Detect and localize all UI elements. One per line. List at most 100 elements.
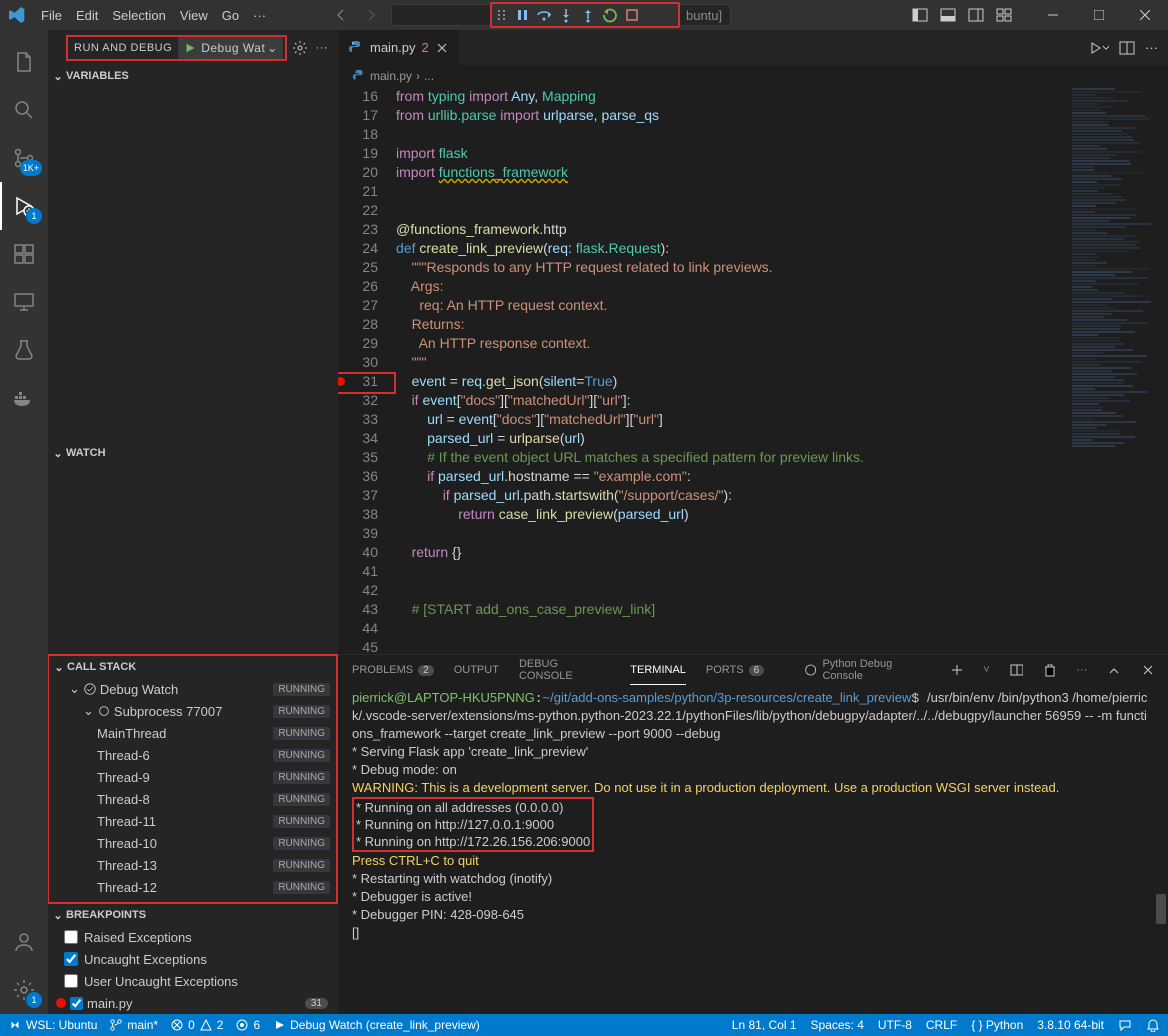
step-out-icon[interactable] — [580, 7, 596, 23]
callstack-session[interactable]: ⌄ Debug WatchRUNNING — [49, 678, 336, 700]
python-file-icon — [348, 40, 364, 56]
maximize-panel-icon[interactable] — [1107, 663, 1120, 677]
window-minimize[interactable] — [1030, 0, 1076, 30]
watch-section[interactable]: ⌄WATCH — [48, 442, 338, 464]
testing-icon[interactable] — [0, 326, 48, 374]
split-editor-icon[interactable] — [1119, 40, 1135, 56]
terminal-profile[interactable]: Python Debug Console — [804, 655, 930, 685]
minimap[interactable] — [1068, 87, 1168, 654]
tab-problems[interactable]: PROBLEMS2 — [352, 655, 434, 685]
docker-icon[interactable] — [0, 374, 48, 422]
feedback-icon[interactable] — [1118, 1018, 1132, 1032]
panel-more-icon[interactable]: ··· — [1076, 664, 1087, 676]
new-terminal-icon[interactable] — [950, 663, 963, 677]
menu-view[interactable]: View — [173, 8, 215, 23]
run-dropdown-icon[interactable] — [1089, 40, 1109, 56]
close-icon[interactable] — [435, 41, 449, 55]
search-icon[interactable] — [0, 86, 48, 134]
variables-section[interactable]: ⌄VARIABLES — [48, 65, 338, 87]
bp-uncaught[interactable]: Uncaught Exceptions — [48, 948, 338, 970]
git-branch[interactable]: main* — [109, 1018, 158, 1032]
restart-icon[interactable] — [602, 7, 618, 23]
bottom-panel: PROBLEMS2 OUTPUT DEBUG CONSOLE TERMINAL … — [338, 654, 1168, 1014]
stop-icon[interactable] — [624, 7, 640, 23]
call-stack-title[interactable]: ⌄CALL STACK — [49, 656, 336, 678]
cursor-position[interactable]: Ln 81, Col 1 — [732, 1018, 797, 1032]
tab-main-py[interactable]: main.py 2 — [338, 30, 460, 65]
editor-more-icon[interactable]: ··· — [1145, 40, 1158, 56]
nav-forward-icon[interactable] — [363, 7, 379, 23]
debug-status[interactable]: Debug Watch (create_link_preview) — [272, 1018, 480, 1032]
accounts-icon[interactable] — [0, 918, 48, 966]
bp-raised[interactable]: Raised Exceptions — [48, 926, 338, 948]
server-urls-highlight: * Running on all addresses (0.0.0.0) * R… — [352, 797, 594, 852]
notifications-icon[interactable] — [1146, 1018, 1160, 1032]
terminal-content[interactable]: pierrick@LAPTOP-HKU5PNNG:~/git/add-ons-s… — [338, 685, 1168, 1014]
menu-go[interactable]: Go — [215, 8, 246, 23]
code-editor[interactable]: 1617181920212223242526272829303132333435… — [338, 87, 1168, 654]
breadcrumb[interactable]: main.py›... — [338, 65, 1168, 87]
editor-group: main.py 2 ··· main.py›... 16171819202122… — [338, 30, 1168, 1014]
scm-badge: 1K+ — [20, 160, 42, 176]
more-icon[interactable]: ··· — [316, 42, 329, 54]
main-menu: File Edit Selection View Go ··· — [34, 8, 273, 23]
gear-icon[interactable] — [292, 40, 308, 56]
layout-secondary-icon[interactable] — [968, 7, 984, 23]
customize-layout-icon[interactable] — [996, 7, 1012, 23]
debug-toolbar[interactable] — [490, 2, 680, 28]
menu-selection[interactable]: Selection — [105, 8, 172, 23]
python-file-icon — [352, 69, 366, 83]
step-over-icon[interactable] — [536, 7, 552, 23]
vscode-logo-icon — [0, 7, 34, 23]
nav-arrows — [333, 7, 379, 23]
callstack-subprocess[interactable]: ⌄ Subprocess 77007RUNNING — [49, 700, 336, 722]
tab-debug-console[interactable]: DEBUG CONSOLE — [519, 655, 610, 685]
bp-user-uncaught[interactable]: User Uncaught Exceptions — [48, 970, 338, 992]
nav-back-icon[interactable] — [333, 7, 349, 23]
breakpoints-section[interactable]: ⌄BREAKPOINTS — [48, 904, 338, 926]
tab-bar: main.py 2 ··· — [338, 30, 1168, 65]
source-control-icon[interactable]: 1K+ — [0, 134, 48, 182]
explorer-icon[interactable] — [0, 38, 48, 86]
menu-file[interactable]: File — [34, 8, 69, 23]
run-debug-icon[interactable]: 1 — [0, 182, 48, 230]
thread-row[interactable]: MainThreadRUNNING — [49, 722, 336, 744]
bp-file-row[interactable]: main.py 31 — [48, 992, 338, 1014]
settings-icon[interactable]: 1 — [0, 966, 48, 1014]
problems-status[interactable]: 0 2 — [170, 1018, 223, 1032]
layout-primary-icon[interactable] — [912, 7, 928, 23]
kill-terminal-icon[interactable] — [1043, 663, 1056, 677]
terminal-scrollbar[interactable] — [1156, 894, 1166, 924]
encoding[interactable]: UTF-8 — [878, 1018, 912, 1032]
eol[interactable]: CRLF — [926, 1018, 957, 1032]
thread-row[interactable]: Thread-6RUNNING — [49, 744, 336, 766]
thread-row[interactable]: Thread-8RUNNING — [49, 788, 336, 810]
debug-config-selector[interactable]: Debug Wat — [178, 37, 283, 59]
tab-output[interactable]: OUTPUT — [454, 655, 499, 685]
python-version[interactable]: 3.8.10 64-bit — [1037, 1018, 1104, 1032]
drag-handle-icon[interactable] — [496, 7, 508, 23]
menu-edit[interactable]: Edit — [69, 8, 105, 23]
extensions-icon[interactable] — [0, 230, 48, 278]
thread-row[interactable]: Thread-11RUNNING — [49, 810, 336, 832]
thread-row[interactable]: Thread-13RUNNING — [49, 854, 336, 876]
menu-more[interactable]: ··· — [246, 8, 273, 23]
tab-ports[interactable]: PORTS6 — [706, 655, 764, 685]
remote-indicator[interactable]: WSL: Ubuntu — [8, 1018, 97, 1032]
indentation[interactable]: Spaces: 4 — [811, 1018, 864, 1032]
ports-status[interactable]: 6 — [235, 1018, 260, 1032]
pause-icon[interactable] — [514, 7, 530, 23]
tab-terminal[interactable]: TERMINAL — [630, 655, 686, 685]
layout-bottom-icon[interactable] — [940, 7, 956, 23]
thread-row[interactable]: Thread-10RUNNING — [49, 832, 336, 854]
thread-row[interactable]: Thread-9RUNNING — [49, 766, 336, 788]
window-close[interactable] — [1122, 0, 1168, 30]
title-text: buntu] — [686, 8, 722, 23]
close-panel-icon[interactable] — [1141, 663, 1154, 677]
window-maximize[interactable] — [1076, 0, 1122, 30]
thread-row[interactable]: Thread-12RUNNING — [49, 876, 336, 898]
remote-explorer-icon[interactable] — [0, 278, 48, 326]
language-mode[interactable]: { } Python — [971, 1018, 1023, 1032]
split-terminal-icon[interactable] — [1010, 663, 1023, 677]
step-into-icon[interactable] — [558, 7, 574, 23]
